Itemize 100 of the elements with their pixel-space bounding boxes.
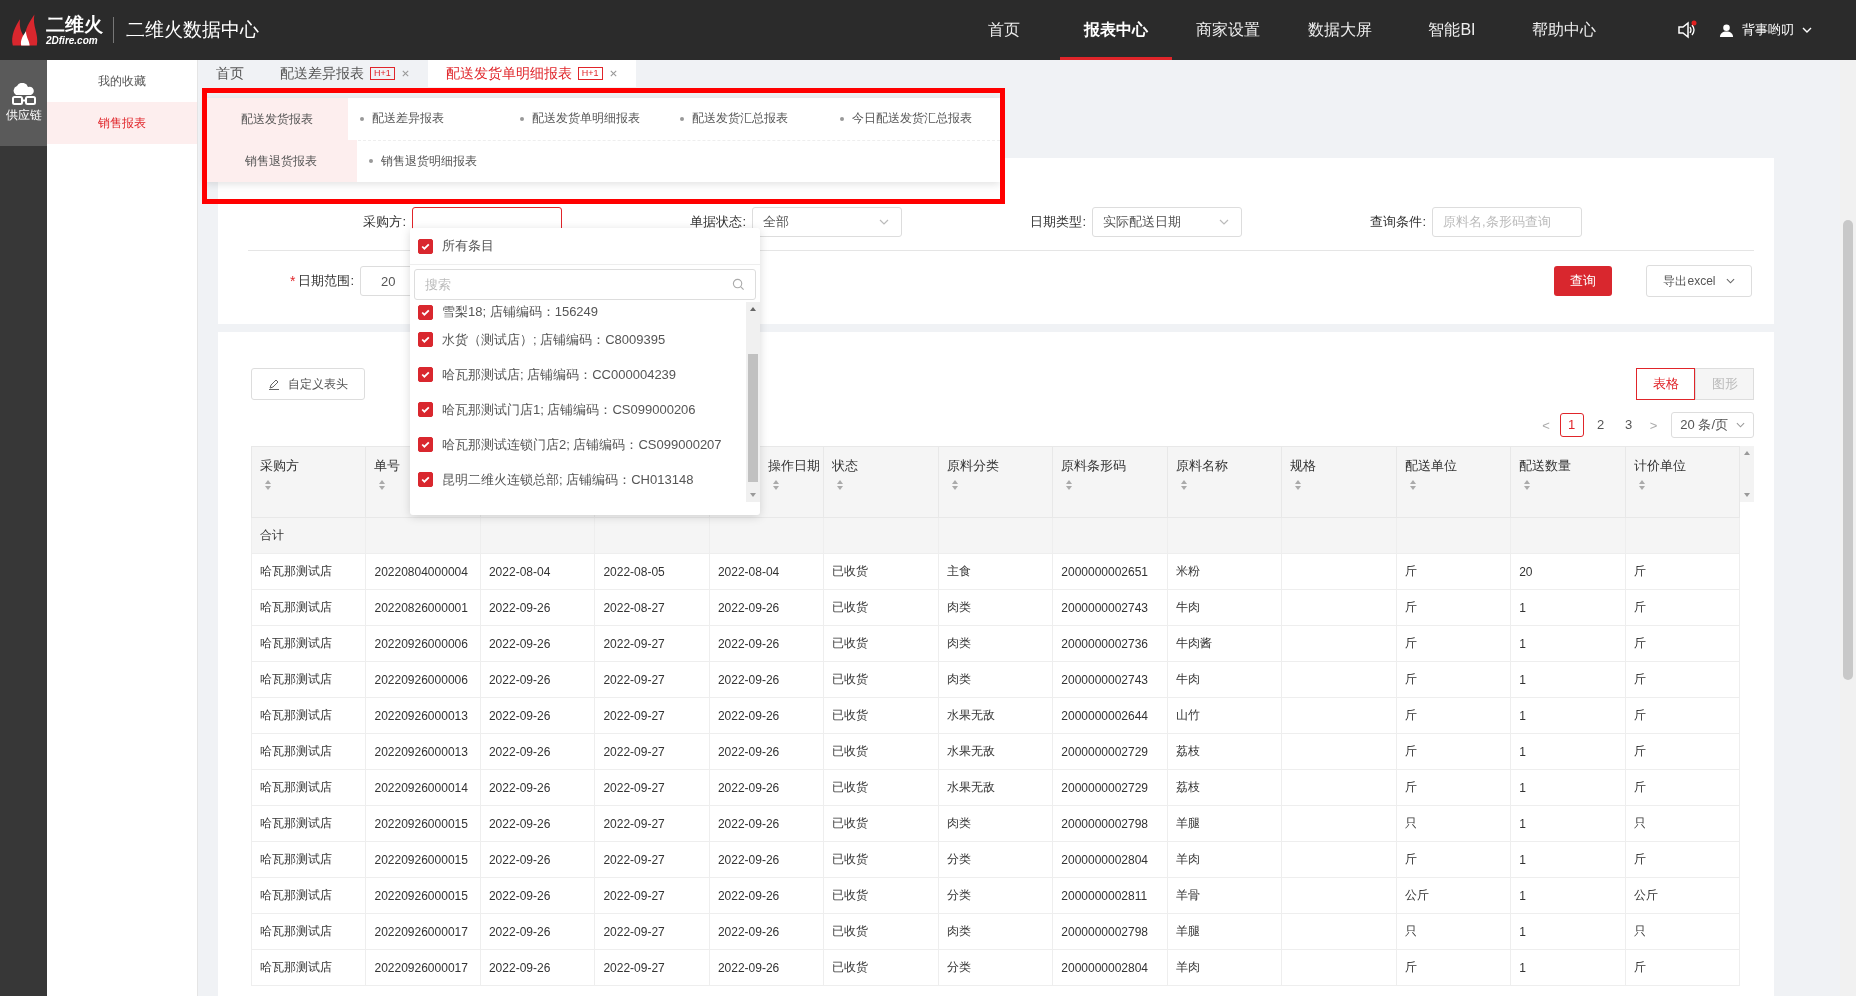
menu-item[interactable]: 销售退货明细报表: [369, 152, 529, 170]
query-button[interactable]: 查询: [1554, 266, 1612, 296]
table-cell: 2022-09-27: [603, 924, 665, 939]
arrow-up-icon[interactable]: [1743, 450, 1752, 456]
store-option[interactable]: 水货（测试店）; 店铺编码：C8009395: [410, 322, 746, 357]
user-name[interactable]: 背事哟叨: [1742, 21, 1794, 39]
column-header[interactable]: 配送单位: [1404, 457, 1503, 473]
table-cell: 2022-09-26: [717, 780, 780, 795]
page-number[interactable]: 3: [1617, 414, 1640, 436]
menu-item[interactable]: 今日配送发货汇总报表: [840, 110, 1000, 127]
table-cell: 斤: [1404, 960, 1417, 974]
table-cell: 2022-09-26: [717, 708, 780, 723]
view-toggle[interactable]: 表格: [1636, 368, 1695, 400]
logo-name: 二维火: [46, 14, 103, 35]
table-cell: 已收货: [832, 960, 869, 974]
table-cell: 斤: [1633, 600, 1646, 614]
nav-item[interactable]: 商家设置: [1172, 0, 1284, 60]
checkbox[interactable]: [418, 472, 433, 487]
page-number[interactable]: 1: [1559, 413, 1584, 437]
table-cell: 2022-09-26: [717, 636, 780, 651]
nav-item[interactable]: 帮助中心: [1508, 0, 1620, 60]
sort-icon[interactable]: [1408, 479, 1417, 491]
column-header[interactable]: 采购方: [260, 457, 358, 473]
checkbox[interactable]: [418, 367, 433, 382]
menu-group-title[interactable]: 配送发货报表: [205, 98, 348, 140]
table-cell: 2022-09-26: [717, 960, 780, 975]
column-header[interactable]: 操作日期: [767, 457, 824, 473]
sort-icon[interactable]: [264, 479, 272, 491]
table-cell: 2022-09-27: [603, 636, 665, 651]
tab[interactable]: 配送发货单明细报表 H+1: [427, 60, 636, 87]
tab[interactable]: 配送差异报表 H+1: [262, 60, 428, 87]
sidebar-item[interactable]: 销售报表: [47, 102, 197, 144]
search-icon: [732, 278, 745, 291]
close-icon[interactable]: [400, 69, 410, 78]
close-icon[interactable]: [608, 69, 618, 78]
column-header[interactable]: 原料条形码: [1061, 457, 1159, 473]
store-option[interactable]: 雪梨18; 店铺编码：156249: [410, 302, 746, 322]
store-option[interactable]: 哈瓦那测试连锁门店2; 店铺编码：CS099000207: [410, 427, 746, 462]
sort-icon[interactable]: [1179, 479, 1188, 491]
checkbox[interactable]: [418, 332, 433, 347]
store-option[interactable]: 昆明二维火连锁总部; 店铺编码：CH013148: [410, 462, 746, 497]
table-cell: 公斤: [1633, 888, 1658, 902]
filter-label: 日期范围:: [298, 272, 355, 290]
store-option[interactable]: 哈瓦那测试门店1; 店铺编码：CS099000206: [410, 392, 746, 427]
customize-header-button[interactable]: 自定义表头: [251, 368, 365, 400]
sort-icon[interactable]: [1294, 479, 1303, 491]
nav-item[interactable]: 首页: [948, 0, 1060, 60]
table-cell: 公斤: [1404, 888, 1429, 902]
table-cell: 肉类: [946, 924, 971, 938]
arrow-up-icon[interactable]: [749, 306, 757, 312]
store-option[interactable]: 哈瓦那测试店; 店铺编码：CC000004239: [410, 357, 746, 392]
column-header[interactable]: 计价单位: [1633, 457, 1732, 473]
sidebar-item[interactable]: 我的收藏: [47, 60, 197, 102]
select-field[interactable]: 实际配送日期: [1092, 207, 1242, 237]
sort-icon[interactable]: [1637, 479, 1646, 491]
checkbox[interactable]: [418, 238, 433, 254]
menu-item[interactable]: 配送发货单明细报表: [520, 110, 680, 127]
page-number[interactable]: 2: [1589, 414, 1612, 436]
table-cell: 哈瓦那测试店: [260, 924, 332, 938]
sort-icon[interactable]: [771, 479, 780, 491]
export-button[interactable]: 导出excel: [1646, 265, 1752, 297]
arrow-down-icon[interactable]: [1743, 492, 1752, 498]
menu-item[interactable]: 配送发货汇总报表: [680, 110, 840, 127]
column-header[interactable]: 原料名称: [1175, 457, 1274, 473]
menu-group-title[interactable]: 销售退货报表: [205, 140, 357, 182]
column-header[interactable]: 规格: [1290, 457, 1388, 473]
table-cell: 斤: [1633, 780, 1646, 794]
arrow-down-icon[interactable]: [749, 492, 757, 498]
column-header[interactable]: 配送数量: [1519, 457, 1617, 473]
checkbox[interactable]: [418, 437, 433, 452]
column-header[interactable]: 状态: [832, 457, 930, 473]
table-cell: 主食: [946, 564, 971, 578]
sort-icon[interactable]: [1523, 479, 1532, 491]
checkbox[interactable]: [418, 402, 433, 417]
page-size-select[interactable]: 20 条/页: [1671, 412, 1754, 438]
sort-icon[interactable]: [836, 479, 845, 491]
scrollbar[interactable]: [746, 302, 760, 502]
table-cell: 20220926000015: [374, 816, 468, 831]
table-cell: 20220926000006: [374, 636, 468, 651]
select-all-option[interactable]: 所有条目: [410, 228, 760, 265]
table-cell: 斤: [1633, 960, 1646, 974]
table-cell: 已收货: [832, 636, 869, 650]
sort-icon[interactable]: [950, 479, 959, 491]
table-cell: 1: [1519, 816, 1526, 831]
scrollbar[interactable]: [1840, 60, 1856, 996]
table-cell: 2022-09-26: [488, 708, 551, 723]
rail-item[interactable]: 供应链: [0, 60, 47, 146]
nav-item[interactable]: 报表中心: [1060, 0, 1172, 60]
speaker-icon[interactable]: [1677, 20, 1697, 40]
column-header[interactable]: 原料分类: [946, 457, 1045, 473]
nav-item[interactable]: 智能BI: [1396, 0, 1508, 60]
nav-item[interactable]: 数据大屏: [1284, 0, 1396, 60]
tab[interactable]: 首页: [198, 60, 262, 87]
sort-icon[interactable]: [1065, 479, 1074, 491]
menu-item[interactable]: 配送差异报表: [360, 110, 520, 127]
table-cell: 2000000002804: [1061, 852, 1149, 867]
caret-icon: [879, 219, 889, 225]
checkbox[interactable]: [418, 304, 433, 320]
scrollbar[interactable]: [1740, 446, 1754, 502]
sort-icon[interactable]: [378, 479, 387, 491]
